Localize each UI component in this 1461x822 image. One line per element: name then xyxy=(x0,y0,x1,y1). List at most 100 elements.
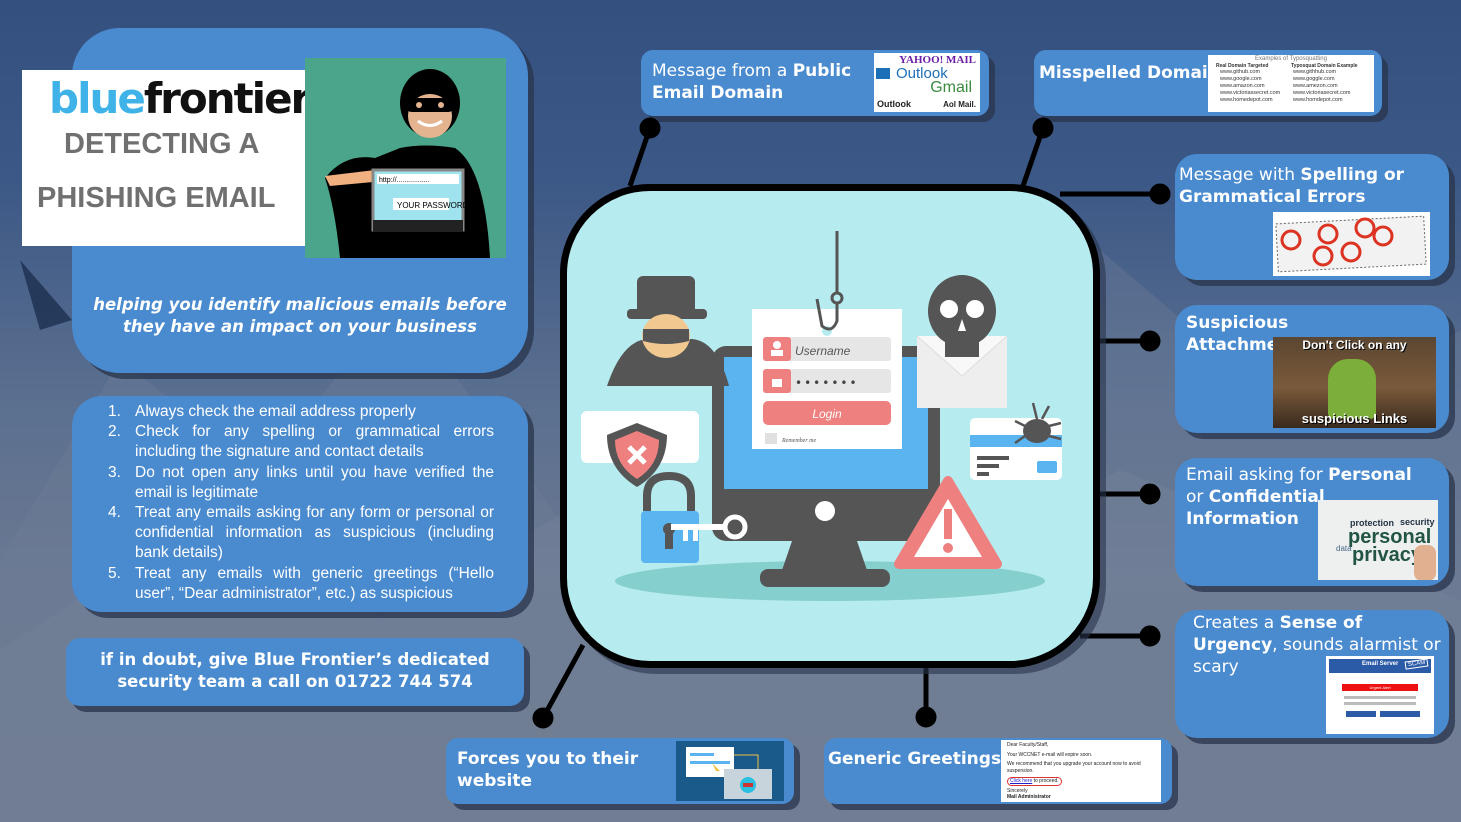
step-number: 2. xyxy=(108,423,121,441)
callout-bold: Urgency xyxy=(1193,635,1273,655)
callout-bold: Forces you to their website xyxy=(457,749,639,791)
page-title-line-1: DETECTING A xyxy=(64,128,260,160)
skull-envelope-icon xyxy=(916,275,1008,408)
list-item: 2. Check for any spelling or grammatical … xyxy=(108,422,494,462)
gmail-logo: Gmail xyxy=(930,79,972,96)
email-provider-logos: YAHOO! MAIL Outlook Gmail Outlook Aol Ma… xyxy=(874,53,980,112)
callout-prefix: Message with xyxy=(1179,165,1301,185)
email-line: Click here to proceed. xyxy=(1007,777,1062,786)
meme-bottom-text: suspicious Links xyxy=(1301,411,1408,426)
table-row: www.homedepot.com www.homdepot.com xyxy=(1220,97,1366,104)
phishing-illustration: Username ••••••• Login Remember me xyxy=(560,184,1100,668)
scam-email-image: Email Server SCAM Urgent Alert xyxy=(1326,656,1434,734)
table-row: www.victoriassecret.com www.victoriasecre… xyxy=(1220,90,1366,97)
email-line: Your WCCNET e-mail will expire soon. xyxy=(1007,751,1093,758)
outlook-classic-logo: Outlook xyxy=(877,99,911,109)
tips-list-panel: 1. Always check the email address properl… xyxy=(72,396,528,612)
tagline: helping you identify malicious emails be… xyxy=(72,294,528,338)
table-cell: www.homdepot.com xyxy=(1293,97,1343,103)
callout-bold: Confidential xyxy=(1208,487,1325,507)
step-text: Treat any emails with generic greetings … xyxy=(135,564,494,602)
table-row: www.amazon.com www.amezon.com xyxy=(1220,83,1366,90)
redirect-illustration xyxy=(676,741,784,801)
contact-call-to-action: if in doubt, give Blue Frontier’s dedica… xyxy=(66,638,524,706)
urgent-alert-banner: Urgent Alert xyxy=(1369,685,1391,690)
username-label: Username xyxy=(795,344,851,358)
callout-personal-information: Email asking for Personal or Confidentia… xyxy=(1175,458,1449,586)
email-signature: Mail Administrator xyxy=(1007,794,1051,800)
character-figure xyxy=(1328,359,1376,419)
email-server-header: Email Server xyxy=(1362,661,1399,667)
step-number: 4. xyxy=(108,504,121,522)
callout-spelling-errors: Message with Spelling or Grammatical Err… xyxy=(1175,154,1449,280)
list-item: 5. Treat any emails with generic greeting… xyxy=(108,564,494,604)
step-number: 1. xyxy=(108,403,121,420)
bluefrontier-logo: bluefrontier xyxy=(49,74,311,123)
step-text: Always check the email address properly xyxy=(135,403,416,420)
callout-prefix: Creates a xyxy=(1193,613,1280,633)
step-number: 5. xyxy=(108,564,121,582)
table-cell: www.goggle.com xyxy=(1293,76,1335,82)
step-text: Do not open any links until you have ver… xyxy=(135,463,494,501)
callout-sense-of-urgency: Creates a Sense of Urgency, sounds alarm… xyxy=(1175,610,1449,738)
callout-text: Message from a Public Email Domain xyxy=(652,60,862,104)
callout-bold: Sense of xyxy=(1279,613,1363,633)
logo-card: bluefrontier DETECTING A PHISHING EMAIL xyxy=(22,70,311,246)
table-row: www.google.com www.goggle.com xyxy=(1220,76,1366,83)
email-line: Dear Faculty/Staff, xyxy=(1007,742,1049,748)
table-cell: www.github.com xyxy=(1220,69,1261,75)
lock-icon xyxy=(772,379,782,387)
click-here-link: Click here xyxy=(1010,778,1033,784)
table-cell: www.amezon.com xyxy=(1293,83,1338,89)
logo-blue-part: blue xyxy=(49,74,146,123)
list-item: 3. Do not open any links until you have v… xyxy=(108,463,494,503)
aol-mail-logo: Aol Mail. xyxy=(943,100,976,109)
table-cell: www.homedepot.com xyxy=(1220,97,1273,103)
callout-misspelled-domain: Misspelled Domain Examples of Typosquatt… xyxy=(1034,50,1382,116)
action-button xyxy=(1346,711,1376,717)
page-title-line-2: PHISHING EMAIL xyxy=(37,182,276,214)
callout-public-email-domain: Message from a Public Email Domain YAHOO… xyxy=(641,50,989,116)
svg-text:YOUR PASSWORD: YOUR PASSWORD xyxy=(397,201,469,210)
cta-line-1: if in doubt, give Blue Frontier’s dedica… xyxy=(100,650,490,669)
callout-bold: Misspelled Domain xyxy=(1039,63,1220,83)
bug-card-icon xyxy=(970,402,1062,480)
table-row: www.github.com www.githhub.com xyxy=(1220,69,1366,76)
callout-prefix: Message from a xyxy=(652,61,793,81)
logo-frontier-part: frontier xyxy=(143,74,311,123)
hand-image xyxy=(1414,545,1436,580)
login-button: Login xyxy=(812,407,842,421)
outlook-icon xyxy=(876,68,890,79)
error-marked-paper-image xyxy=(1273,212,1430,276)
callout-text: Message with Spelling or Grammatical Err… xyxy=(1179,164,1439,208)
callout-bold: Generic Greetings xyxy=(828,749,1002,769)
privacy-word-cloud-image: protection security personal data privac… xyxy=(1318,500,1438,580)
svg-text:http://.................: http://................. xyxy=(379,177,430,184)
callout-suspicious-attachments: Suspicious Attachments or Links Don't Cl… xyxy=(1175,305,1449,433)
callout-forces-website: Forces you to their website xyxy=(446,738,794,804)
typosquatting-table: Examples of Typosquatting Real Domain Ta… xyxy=(1208,55,1374,112)
generic-email-sample: Dear Faculty/Staff, Your WCCNET e-mail w… xyxy=(1001,740,1161,802)
step-text: Treat any emails asking for any form or … xyxy=(135,504,494,562)
cta-line-2: security team a call on 01722 744 574 xyxy=(117,672,473,691)
table-cell: www.githhub.com xyxy=(1293,69,1337,75)
step-text: Check for any spelling or grammatical er… xyxy=(135,423,494,461)
callout-bold: Personal xyxy=(1328,465,1412,485)
tagline-line-1: helping you identify malicious emails be… xyxy=(93,295,507,314)
email-line: We recommend that you upgrade your accou… xyxy=(1007,761,1141,774)
password-mask: ••••••• xyxy=(795,376,859,390)
callout-prefix: Email asking for xyxy=(1186,465,1329,485)
meme-top-text: Don't Click on any xyxy=(1302,338,1407,352)
meme-image: Don't Click on any suspicious Links xyxy=(1273,337,1436,428)
tagline-line-2: they have an impact on your business xyxy=(123,317,477,336)
list-item: 1. Always check the email address properl… xyxy=(108,402,494,422)
hacker-laptop-image: http://................. YOUR PASSWORD xyxy=(305,58,506,258)
list-item: 4. Treat any emails asking for any form o… xyxy=(108,503,494,564)
callout-prefix: or xyxy=(1186,487,1209,507)
hacker-icon xyxy=(607,276,729,386)
email-text: to proceed. xyxy=(1032,778,1059,784)
cloud-word: data xyxy=(1336,544,1352,553)
user-icon xyxy=(773,341,781,349)
table-cell: www.victoriassecret.com xyxy=(1220,90,1281,96)
table-cell: www.amazon.com xyxy=(1220,83,1265,89)
